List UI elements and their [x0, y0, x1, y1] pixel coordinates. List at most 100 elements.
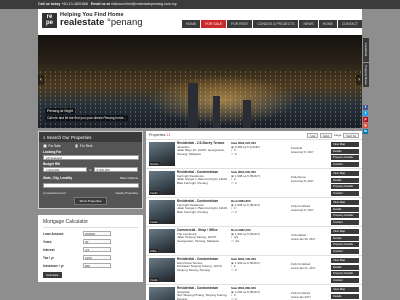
property-info: Residential - Condominium Mont Kiara Ter…	[177, 257, 229, 282]
hero-tower	[213, 96, 220, 128]
property-thumbnail[interactable]: Terrace	[149, 142, 175, 166]
details-button[interactable]: Details	[331, 177, 359, 183]
google-icon[interactable]: g	[363, 123, 368, 128]
table-row[interactable]: Condo Residential - Condominium Ferringh…	[146, 198, 362, 227]
loan-amount-input[interactable]: 200000	[83, 231, 111, 236]
view-map-button[interactable]: View Map	[331, 229, 359, 234]
property-thumbnail[interactable]: Condo	[149, 287, 175, 300]
property-thumbnail[interactable]: Condo	[149, 171, 175, 195]
brand-main: realestate	[60, 17, 105, 28]
property-price-block: Rent RM2,000 ▣1,600 sq ft (BUILT) ◐n/a ▭…	[231, 228, 291, 253]
property-price-block: Sale RM4,220,000 ▣6,456 sq ft (LAND) ◐4 …	[231, 141, 291, 166]
property-status-block: Unfurnished Listed Jan 26, 2017	[291, 229, 329, 253]
property-size: 1,600 sq ft (BUILT)	[234, 289, 260, 294]
nav-home-2[interactable]: HOME	[318, 20, 337, 28]
property-type-tag: Office	[149, 249, 158, 253]
details-button[interactable]: Details	[331, 235, 359, 241]
table-row[interactable]: Terrace Residential - 2.5-Storey Terrace…	[146, 140, 362, 169]
property-details-button[interactable]: Property Details	[331, 213, 359, 218]
side-tab-facebook[interactable]: Facebook	[363, 38, 369, 62]
table-row[interactable]: Condo Residential - Condominium Ferringh…	[146, 169, 362, 198]
details-button[interactable]: Details	[331, 206, 359, 212]
interest-input[interactable]: 4.5	[83, 247, 111, 252]
site-logo[interactable]: r e p e Helping You Find Home realestate…	[42, 12, 143, 28]
radio-for-sale[interactable]: For Sale	[43, 144, 61, 148]
facebook-icon[interactable]: f	[363, 105, 368, 110]
budget-max-select[interactable]: 5,000,000	[93, 167, 138, 172]
view-map-button[interactable]: View Map	[331, 171, 359, 176]
looking-for-select[interactable]: All Selected	[43, 155, 139, 160]
side-tabs: Facebook Property News	[363, 38, 369, 88]
pinterest-icon[interactable]: p	[363, 117, 368, 122]
details-button[interactable]: Details	[331, 148, 359, 154]
view-map-button[interactable]: View Map	[331, 287, 359, 292]
hero-slider: ‹ › Penang at Night Call me and let me f…	[38, 35, 362, 128]
nav-condos-projects[interactable]: CONDOS & PROJECTS	[253, 20, 299, 28]
show-properties-button[interactable]: Show Properties	[74, 197, 107, 205]
contact-button[interactable]: Contact	[331, 190, 359, 196]
property-thumbnail[interactable]: Condo	[149, 200, 175, 224]
table-row[interactable]: Condo Residential - Condominium Quayside…	[146, 285, 362, 300]
site-header: r e p e Helping You Find Home realestate…	[38, 9, 362, 35]
phone-number[interactable]: +60-13-4801868	[61, 2, 87, 6]
property-listed-date: Listed Apr 8, 2017	[291, 207, 314, 212]
radio-for-rent[interactable]: For Rent	[74, 144, 92, 148]
years-label: Years	[43, 239, 52, 244]
insurance-input[interactable]: 800	[83, 263, 111, 268]
grid-view-button[interactable]: Grid	[320, 132, 332, 138]
budget-to-label: to	[89, 167, 92, 172]
tax-input[interactable]: 1200	[83, 255, 111, 260]
contact-button[interactable]: Contact	[331, 161, 359, 167]
bed-icon: ▭	[231, 209, 234, 214]
contact-button[interactable]: Contact	[331, 219, 359, 225]
mortgage-title: Mortgage Calculator	[43, 219, 138, 228]
property-actions: View Map Details Property Details Contac…	[331, 229, 359, 254]
years-input[interactable]: 30	[83, 239, 111, 244]
linkedin-icon[interactable]: in	[363, 129, 368, 134]
contact-button[interactable]: Contact	[331, 248, 359, 254]
nav-for-rent[interactable]: FOR RENT	[227, 20, 253, 28]
side-tab-news[interactable]: Property News	[363, 63, 369, 87]
more-options-link[interactable]: More Options	[120, 176, 138, 180]
property-details-button[interactable]: Property Details	[331, 155, 359, 160]
details-button[interactable]: Details	[331, 264, 359, 270]
nearby-link[interactable]: Nearby Properties	[115, 191, 138, 195]
property-listed-date: Listed Jan 2017	[291, 294, 311, 299]
property-address: Jalan Bayu 26, 10470, Georgetown, Penang…	[177, 148, 225, 156]
listing-toolbar: Properties 11 List Grid Large Sort by	[146, 131, 362, 140]
property-type-tag: Condo	[149, 191, 159, 195]
list-view-button[interactable]: List	[307, 132, 319, 138]
table-row[interactable]: Office Commercial - Shop / Office The La…	[146, 227, 362, 256]
property-details-button[interactable]: Property Details	[331, 271, 359, 276]
main-nav: HOME FOR SALE FOR RENT CONDOS & PROJECTS…	[181, 20, 362, 28]
property-thumbnail[interactable]: Condo	[149, 258, 175, 282]
nav-for-sale[interactable]: FOR SALE	[201, 20, 227, 28]
search-title: ⌕ Search Our Properties	[39, 132, 142, 142]
twitter-icon[interactable]: t	[363, 111, 368, 116]
property-bed: 3	[234, 180, 237, 185]
email-link[interactable]: rickiouschhin@realestatepenang.com.my	[111, 2, 177, 6]
view-map-button[interactable]: View Map	[331, 142, 359, 147]
budget-min-select[interactable]: 1,000,000	[43, 167, 87, 172]
social-links: f t p g in	[363, 105, 368, 135]
details-button[interactable]: Details	[331, 293, 359, 299]
location-input[interactable]	[43, 183, 139, 188]
slider-prev-icon[interactable]: ‹	[38, 75, 44, 85]
property-type-tag: Terrace	[149, 162, 160, 166]
nav-news[interactable]: NEWS	[299, 20, 318, 28]
property-thumbnail[interactable]: Office	[149, 229, 175, 253]
view-map-button[interactable]: View Map	[331, 258, 359, 263]
view-map-button[interactable]: View Map	[331, 200, 359, 205]
table-row[interactable]: Condo Residential - Condominium Mont Kia…	[146, 256, 362, 285]
nav-contact[interactable]: CONTACT	[337, 20, 362, 28]
slider-next-icon[interactable]: ›	[356, 75, 362, 85]
tax-label: Tax / yr	[43, 255, 54, 260]
result-note: 4 properties found	[43, 191, 66, 195]
email-label: Email us at	[90, 2, 110, 6]
contact-button[interactable]: Contact	[331, 277, 359, 283]
nav-home[interactable]: HOME	[182, 20, 201, 28]
property-details-button[interactable]: Property Details	[331, 184, 359, 189]
property-details-button[interactable]: Property Details	[331, 242, 359, 247]
sort-select[interactable]: Sort by	[343, 132, 359, 138]
calculate-button[interactable]: Calculate	[43, 272, 62, 278]
